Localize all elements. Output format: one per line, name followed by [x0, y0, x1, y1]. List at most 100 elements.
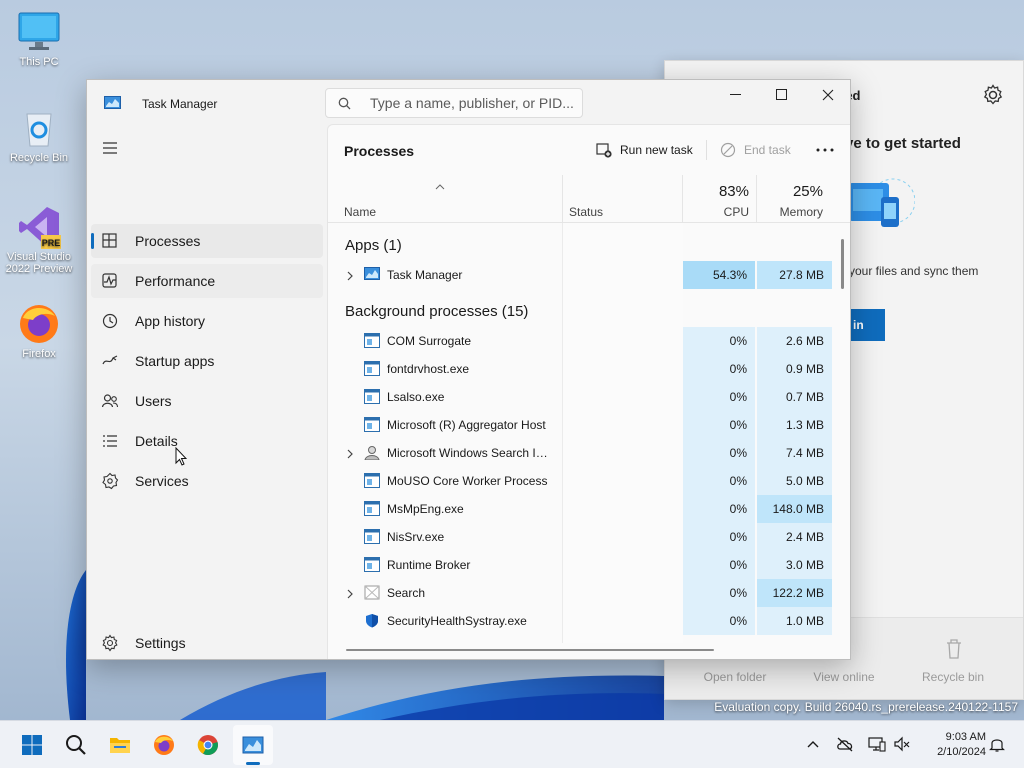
process-window-icon	[364, 361, 380, 376]
performance-icon	[101, 272, 119, 290]
nav-item-startup-apps[interactable]: Startup apps	[91, 344, 323, 378]
desktop-icon-label: Recycle Bin	[9, 152, 69, 164]
process-name: COM Surrogate	[387, 334, 472, 348]
nav-item-users[interactable]: Users	[91, 384, 323, 418]
process-row[interactable]: Runtime Broker 0% 3.0 MB	[328, 551, 832, 579]
process-name: Runtime Broker	[387, 558, 471, 572]
column-status[interactable]: Status	[569, 205, 603, 219]
column-divider[interactable]	[562, 175, 563, 223]
hamburger-menu-icon[interactable]	[101, 141, 121, 155]
desktop-icon-recycle-bin[interactable]: Recycle Bin	[2, 106, 76, 164]
taskbar-chrome[interactable]	[188, 725, 228, 765]
nav-item-processes[interactable]: Processes	[91, 224, 323, 258]
desktop-icon-firefox[interactable]: Firefox	[2, 302, 76, 360]
desktop-icon-visual-studio[interactable]: PRE Visual Studio 2022 Preview	[2, 205, 76, 275]
onedrive-recycle-bin[interactable]: Recycle bin	[903, 670, 1003, 684]
process-window-icon	[364, 557, 380, 572]
chevron-right-icon[interactable]	[346, 448, 354, 459]
process-window-icon	[364, 529, 380, 544]
minimize-icon	[730, 94, 741, 95]
process-memory: 148.0 MB	[757, 495, 832, 523]
process-name: Task Manager	[387, 268, 463, 282]
vertical-scrollbar[interactable]	[841, 239, 844, 289]
process-row[interactable]: Microsoft Windows Search In... 0% 7.4 MB	[328, 439, 832, 467]
process-row[interactable]: fontdrvhost.exe 0% 0.9 MB	[328, 355, 832, 383]
system-clock[interactable]: 9:03 AM 2/10/2024	[922, 730, 986, 760]
horizontal-scrollbar[interactable]	[346, 649, 714, 651]
process-row[interactable]: NisSrv.exe 0% 2.4 MB	[328, 523, 832, 551]
column-divider[interactable]	[682, 175, 683, 223]
process-cpu: 0%	[683, 607, 755, 635]
onedrive-illustration-icon	[845, 161, 916, 251]
column-memory[interactable]: Memory	[758, 205, 823, 219]
task-manager-window[interactable]: Task Manager Processes	[86, 79, 851, 660]
nav-item-services[interactable]: Services	[91, 464, 323, 498]
column-divider[interactable]	[756, 175, 757, 223]
volume-muted-icon[interactable]	[893, 735, 911, 753]
chevron-up-icon[interactable]	[804, 735, 822, 753]
gear-icon	[101, 634, 119, 652]
nav-item-settings[interactable]: Settings	[91, 626, 323, 659]
network-icon[interactable]	[868, 735, 886, 753]
start-button[interactable]	[12, 725, 52, 765]
chevron-right-icon[interactable]	[346, 270, 354, 281]
users-icon	[101, 392, 119, 410]
process-row[interactable]: Search 0% 122.2 MB	[328, 579, 832, 607]
process-list: Apps (1) Background processes (15) Task …	[328, 223, 832, 643]
process-row[interactable]: SecurityHealthSystray.exe 0% 1.0 MB	[328, 607, 832, 635]
process-row[interactable]: Task Manager 54.3% 27.8 MB	[328, 261, 832, 289]
onedrive-heading: ve to get started	[845, 135, 961, 152]
nav-item-performance[interactable]: Performance	[91, 264, 323, 298]
monitor-icon	[17, 10, 61, 54]
desktop-icon-label: Firefox	[22, 348, 56, 360]
column-cpu[interactable]: CPU	[684, 205, 749, 219]
maximize-button[interactable]	[759, 80, 805, 110]
more-options-icon[interactable]	[813, 140, 837, 160]
recycle-bin-icon	[17, 106, 61, 150]
process-name: Microsoft Windows Search In...	[387, 446, 552, 460]
process-memory: 0.9 MB	[757, 355, 832, 383]
desktop-icon-this-pc[interactable]: This PC	[2, 10, 76, 68]
processes-pane: Processes Run new task End task Name Sta…	[327, 124, 850, 659]
end-task-icon	[720, 142, 736, 158]
process-row[interactable]: MoUSO Core Worker Process 0% 5.0 MB	[328, 467, 832, 495]
minimize-button[interactable]	[713, 80, 759, 110]
taskbar-file-explorer[interactable]	[100, 725, 140, 765]
process-name: NisSrv.exe	[387, 530, 445, 544]
onedrive-open-folder[interactable]: Open folder	[685, 670, 785, 684]
onedrive-sign-in-button[interactable]: in	[845, 309, 885, 341]
process-row[interactable]: COM Surrogate 0% 2.6 MB	[328, 327, 832, 355]
search-box[interactable]	[325, 88, 583, 118]
process-row[interactable]: MsMpEng.exe 0% 148.0 MB	[328, 495, 832, 523]
nav-item-details[interactable]: Details	[91, 424, 323, 458]
process-row[interactable]: Microsoft (R) Aggregator Host 0% 1.3 MB	[328, 411, 832, 439]
chrome-icon	[197, 734, 219, 756]
taskbar-task-manager[interactable]	[233, 725, 273, 765]
onedrive-view-online[interactable]: View online	[794, 670, 894, 684]
taskbar-firefox[interactable]	[144, 725, 184, 765]
chevron-right-icon[interactable]	[346, 588, 354, 599]
command-bar: Processes Run new task End task	[328, 125, 850, 175]
column-name[interactable]: Name	[344, 205, 376, 219]
process-row[interactable]: Lsalso.exe 0% 0.7 MB	[328, 383, 832, 411]
selection-indicator	[91, 233, 94, 249]
process-name: Search	[387, 586, 426, 600]
gear-icon[interactable]	[981, 83, 1005, 107]
process-memory: 2.4 MB	[757, 523, 832, 551]
title-bar[interactable]: Task Manager	[87, 80, 850, 124]
end-task-button[interactable]: End task	[720, 140, 791, 160]
onedrive-offline-icon[interactable]	[836, 735, 854, 753]
search-input[interactable]	[370, 94, 575, 112]
close-icon	[822, 89, 834, 101]
close-button[interactable]	[805, 80, 850, 110]
page-title: Processes	[344, 143, 415, 159]
notification-bell-icon[interactable]	[988, 735, 1006, 753]
onedrive-subtext: your files and sync them	[849, 264, 979, 278]
taskbar-search-button[interactable]	[56, 725, 96, 765]
process-window-icon	[364, 473, 380, 488]
run-new-task-button[interactable]: Run new task	[596, 140, 693, 160]
nav-item-app-history[interactable]: App history	[91, 304, 323, 338]
process-cpu: 0%	[683, 467, 755, 495]
services-icon	[101, 472, 119, 490]
firefox-icon	[17, 302, 61, 346]
